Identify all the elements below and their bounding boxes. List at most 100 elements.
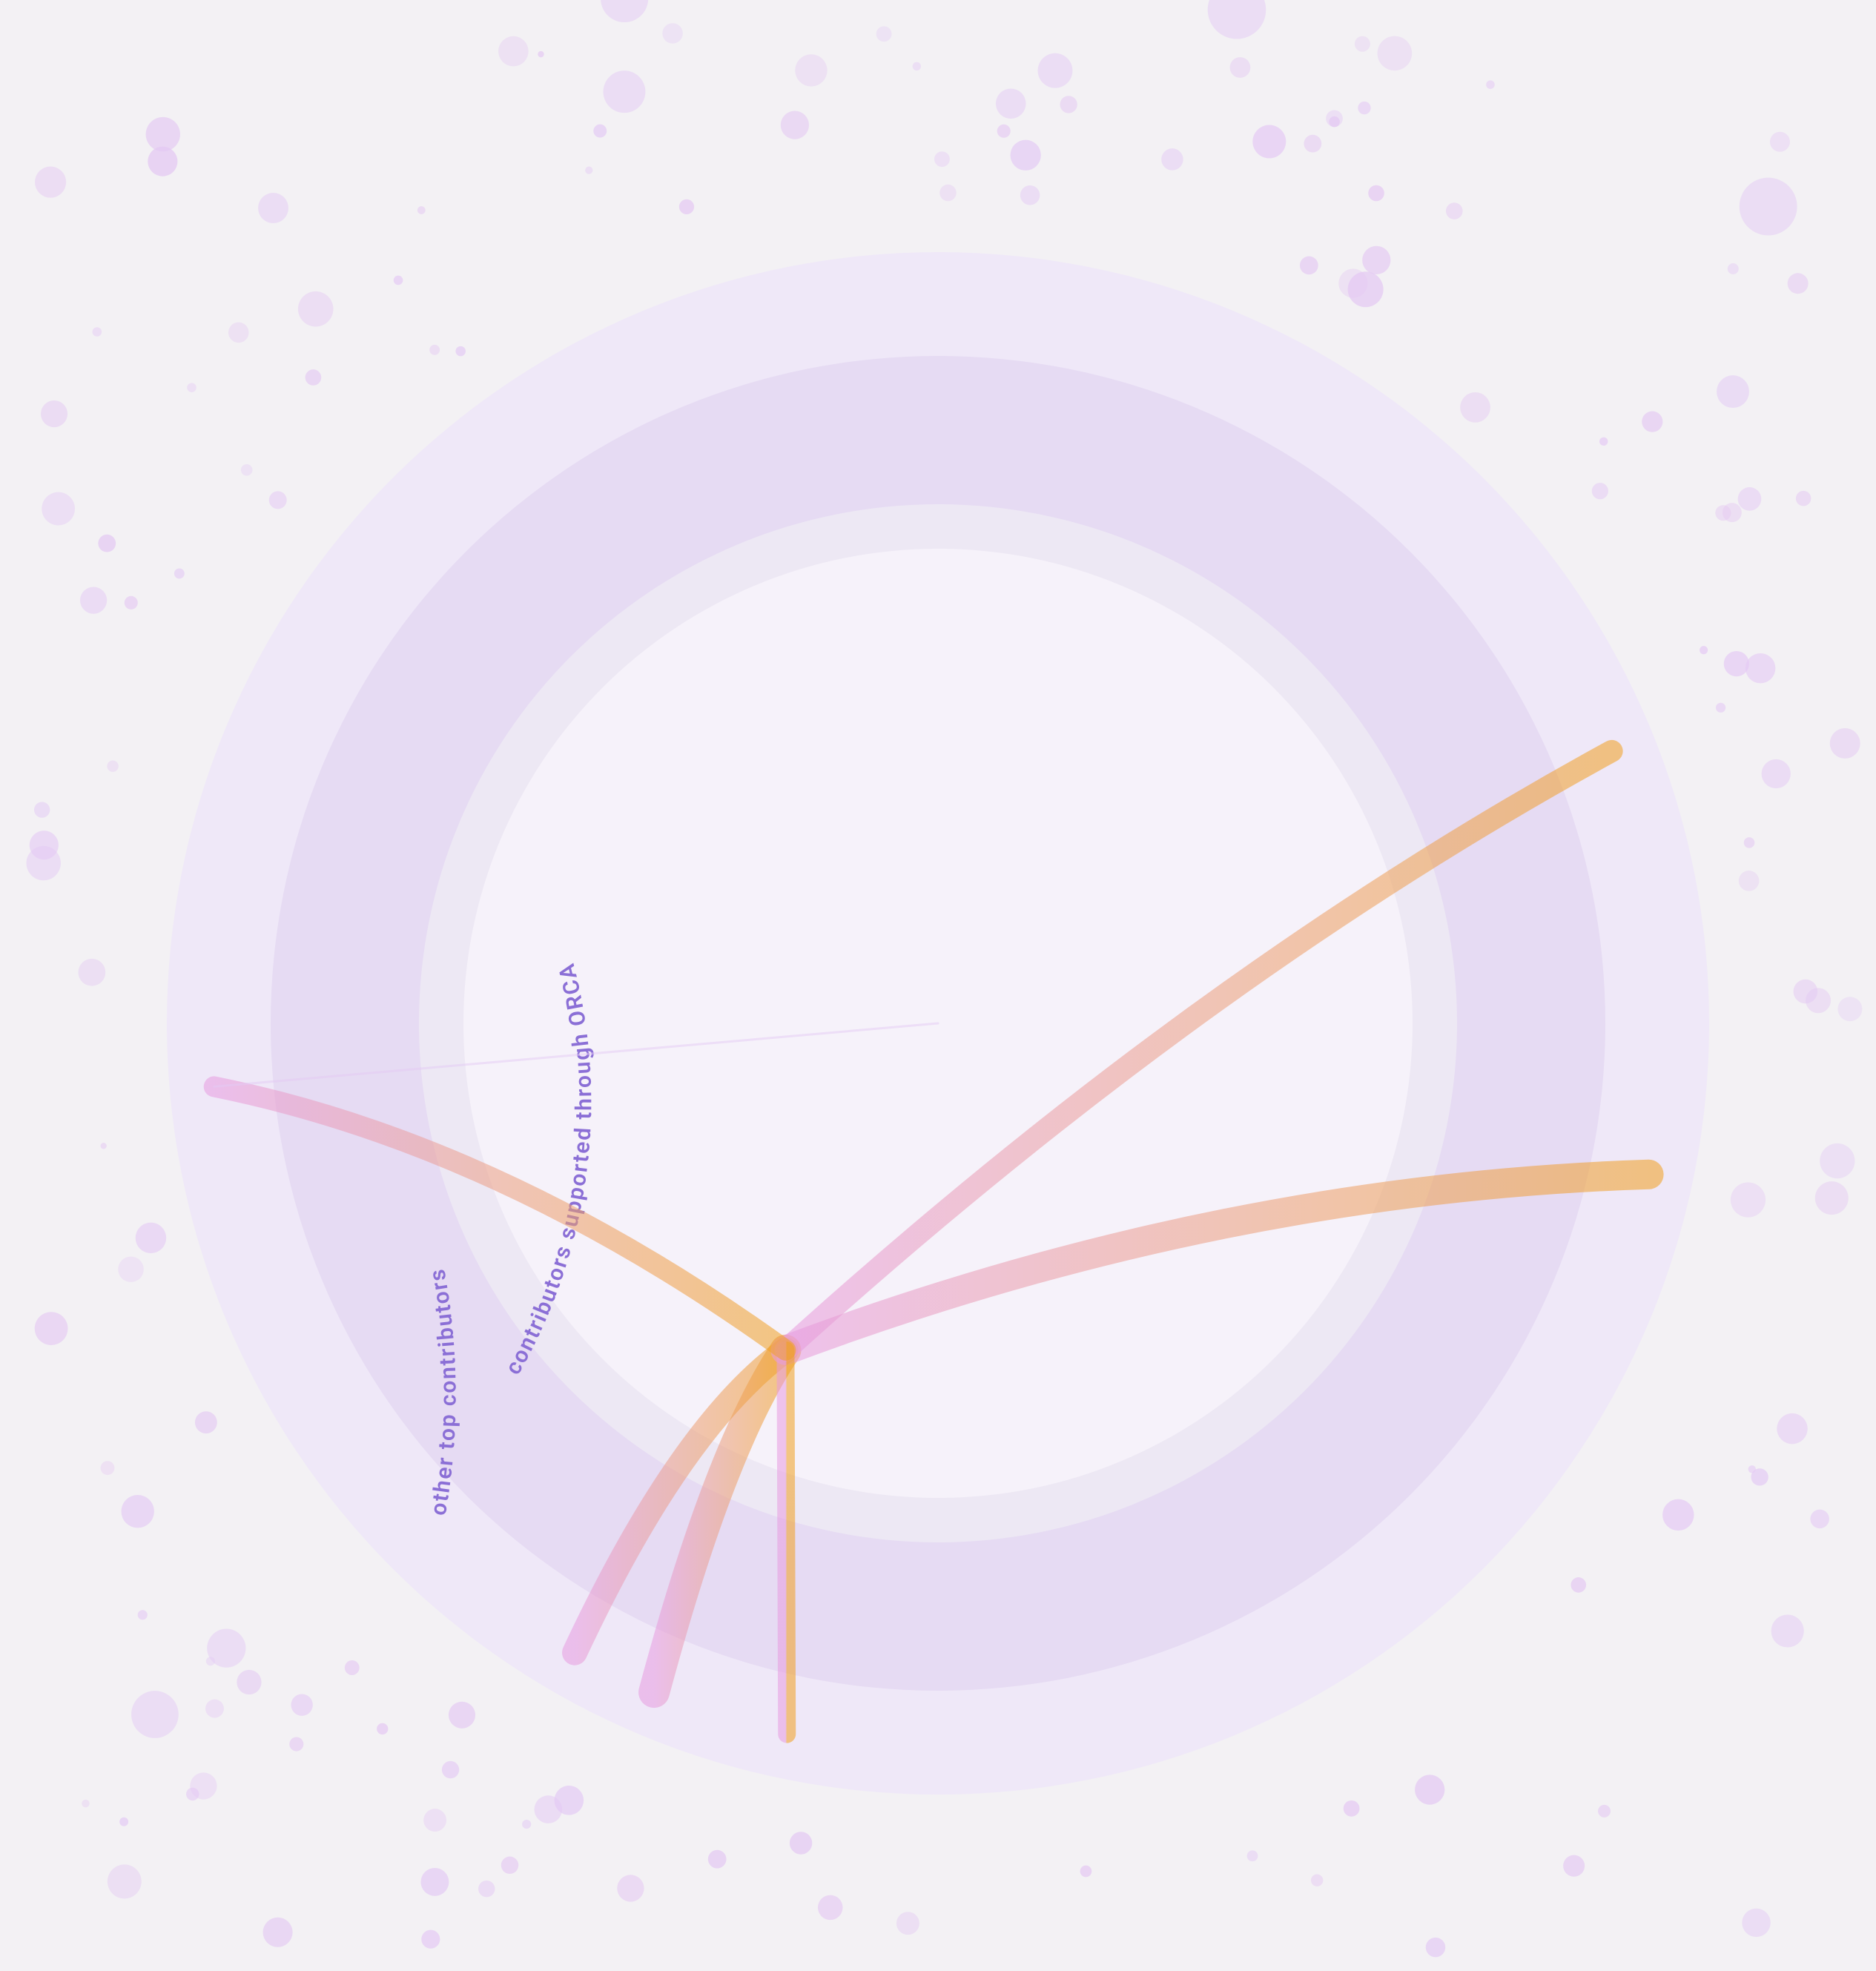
background-dot	[291, 1694, 312, 1715]
background-dot	[394, 276, 403, 285]
background-dot	[781, 111, 809, 139]
background-dot	[449, 1702, 475, 1729]
background-dot-large	[1208, 0, 1266, 39]
background-dot	[1728, 263, 1739, 274]
background-dot	[1415, 1774, 1444, 1804]
background-dot	[122, 1495, 154, 1528]
background-dot	[107, 761, 118, 772]
background-dot	[1300, 257, 1318, 275]
background-dot	[1788, 273, 1809, 294]
background-dot	[1304, 135, 1321, 153]
background-dot	[522, 1820, 531, 1829]
background-dot	[1020, 185, 1040, 205]
background-dot	[195, 1411, 217, 1433]
background-dot	[535, 1795, 563, 1823]
background-dot	[593, 125, 607, 138]
background-dot	[1731, 1182, 1766, 1217]
background-dot	[423, 1809, 446, 1832]
background-dot	[174, 568, 185, 578]
background-dot	[305, 369, 322, 386]
background-dot	[241, 464, 253, 476]
background-dot	[93, 327, 102, 337]
background-dot	[1642, 412, 1662, 432]
background-dot	[501, 1857, 518, 1874]
background-dot	[708, 1850, 727, 1869]
background-dot	[289, 1737, 303, 1752]
background-dot	[205, 1700, 224, 1718]
background-dot	[1060, 96, 1077, 113]
background-dot	[585, 167, 592, 174]
background-dot	[1460, 392, 1490, 423]
background-dot	[119, 1818, 128, 1826]
background-dot	[1796, 491, 1811, 506]
background-dot	[298, 291, 334, 327]
background-dot	[34, 802, 50, 817]
background-dot-large	[1771, 1614, 1804, 1647]
background-dot	[1486, 80, 1495, 89]
background-dot	[1161, 148, 1183, 170]
background-dot	[269, 491, 287, 509]
background-dot	[228, 323, 249, 343]
background-dot	[1837, 997, 1862, 1021]
background-dot	[1770, 132, 1790, 152]
background-dot	[237, 1670, 261, 1694]
background-dot	[997, 125, 1011, 138]
background-dot	[478, 1881, 495, 1897]
background-dot	[1739, 871, 1760, 891]
background-dot	[1368, 185, 1384, 202]
background-dot	[617, 1875, 644, 1901]
background-dot	[420, 1868, 449, 1896]
background-dot	[80, 587, 107, 613]
background-dot	[1571, 1577, 1586, 1593]
background-dot-large	[131, 1691, 179, 1738]
background-dot	[187, 383, 196, 392]
background-dot-large	[996, 88, 1026, 119]
background-dot	[263, 1918, 293, 1947]
background-dot	[1738, 487, 1762, 511]
background-dot	[1011, 140, 1041, 171]
contributor-network-diagram: contributors supported through ORCAother…	[0, 0, 1876, 1971]
background-dot	[1810, 1510, 1829, 1529]
background-dot	[1662, 1499, 1694, 1531]
background-dot	[345, 1660, 360, 1675]
background-dot	[1378, 36, 1413, 71]
background-dot	[82, 1800, 89, 1807]
background-dot	[377, 1723, 388, 1734]
background-dot	[1362, 246, 1390, 274]
background-dot	[1830, 728, 1860, 759]
background-dot-large	[207, 1629, 245, 1668]
background-dot	[1717, 375, 1749, 408]
background-dot	[1700, 646, 1708, 654]
background-dot	[1742, 1909, 1770, 1937]
background-dot	[1599, 438, 1608, 446]
background-dot	[876, 26, 892, 42]
background-dot	[101, 1461, 115, 1475]
background-dot	[417, 206, 426, 214]
background-dot	[1592, 483, 1608, 499]
background-dot	[1598, 1805, 1611, 1818]
background-dot	[136, 1223, 166, 1253]
background-dot	[1446, 202, 1463, 219]
background-dot-large	[1740, 178, 1797, 236]
background-dot	[1230, 57, 1251, 78]
background-dot	[1080, 1866, 1092, 1878]
background-dot	[795, 54, 827, 86]
background-dot	[138, 1610, 148, 1620]
background-dot	[1252, 125, 1286, 158]
background-dot	[79, 959, 106, 986]
background-dot	[1724, 651, 1749, 676]
background-dot	[1815, 1181, 1849, 1215]
background-dot	[934, 151, 950, 167]
background-dot	[429, 345, 440, 355]
background-dot	[498, 36, 529, 67]
background-dot	[125, 596, 138, 610]
background-dot	[1806, 988, 1831, 1013]
background-dot	[1426, 1938, 1446, 1958]
background-dot-large	[27, 846, 61, 880]
background-dot	[42, 492, 75, 526]
background-dot	[1355, 36, 1370, 52]
background-dot-large	[258, 193, 288, 223]
background-dot	[41, 400, 67, 427]
background-dot	[35, 1312, 68, 1345]
background-dot-large	[1038, 53, 1073, 88]
